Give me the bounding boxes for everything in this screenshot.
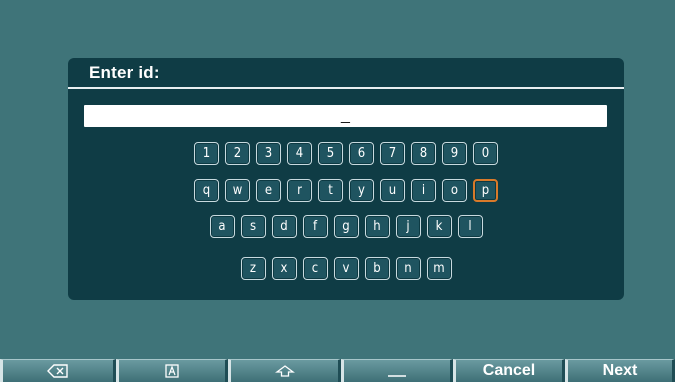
key-h[interactable]: h <box>364 215 390 238</box>
shift-arrow-icon <box>274 365 295 377</box>
id-input-field[interactable]: _ <box>84 105 607 127</box>
key-f[interactable]: f <box>302 215 328 238</box>
key-s[interactable]: s <box>240 215 266 238</box>
key-g[interactable]: g <box>333 215 359 238</box>
bottom-toolbar: Cancel Next <box>0 359 675 382</box>
key-y[interactable]: y <box>349 179 374 202</box>
key-i[interactable]: i <box>411 179 436 202</box>
space-button[interactable] <box>341 359 453 382</box>
key-l[interactable]: l <box>457 215 483 238</box>
key-1[interactable]: 1 <box>194 142 219 165</box>
space-bar-icon <box>388 375 406 377</box>
next-button[interactable]: Next <box>565 359 675 382</box>
backspace-icon <box>47 364 68 378</box>
key-3[interactable]: 3 <box>256 142 281 165</box>
key-e[interactable]: e <box>256 179 281 202</box>
key-4[interactable]: 4 <box>287 142 312 165</box>
key-0[interactable]: 0 <box>473 142 498 165</box>
key-d[interactable]: d <box>271 215 297 238</box>
key-v[interactable]: v <box>333 257 359 280</box>
keyboard-row-asdf: asdfghjkl <box>68 215 624 238</box>
key-2[interactable]: 2 <box>225 142 250 165</box>
key-r[interactable]: r <box>287 179 312 202</box>
key-x[interactable]: x <box>271 257 297 280</box>
keyboard-row-zxcv: zxcvbnm <box>68 257 624 280</box>
key-q[interactable]: q <box>194 179 219 202</box>
keyboard-row-qwerty: qwertyuiop <box>68 179 624 202</box>
shift-button[interactable] <box>228 359 341 382</box>
key-t[interactable]: t <box>318 179 343 202</box>
backspace-button[interactable] <box>0 359 116 382</box>
key-w[interactable]: w <box>225 179 250 202</box>
key-u[interactable]: u <box>380 179 405 202</box>
key-b[interactable]: b <box>364 257 390 280</box>
enter-id-dialog: Enter id: _ 1234567890 qwertyuiop asdfgh… <box>68 58 624 300</box>
key-m[interactable]: m <box>426 257 452 280</box>
key-c[interactable]: c <box>302 257 328 280</box>
key-5[interactable]: 5 <box>318 142 343 165</box>
key-9[interactable]: 9 <box>442 142 467 165</box>
key-j[interactable]: j <box>395 215 421 238</box>
cancel-button[interactable]: Cancel <box>453 359 565 382</box>
key-7[interactable]: 7 <box>380 142 405 165</box>
title-divider <box>68 87 624 89</box>
key-n[interactable]: n <box>395 257 421 280</box>
caps-lock-icon <box>165 364 179 378</box>
caps-lock-button[interactable] <box>116 359 228 382</box>
key-k[interactable]: k <box>426 215 452 238</box>
key-z[interactable]: z <box>240 257 266 280</box>
key-p[interactable]: p <box>473 179 498 202</box>
keyboard-row-digits: 1234567890 <box>68 142 624 165</box>
key-a[interactable]: a <box>209 215 235 238</box>
key-o[interactable]: o <box>442 179 467 202</box>
key-8[interactable]: 8 <box>411 142 436 165</box>
dialog-title: Enter id: <box>89 63 160 82</box>
key-6[interactable]: 6 <box>349 142 374 165</box>
